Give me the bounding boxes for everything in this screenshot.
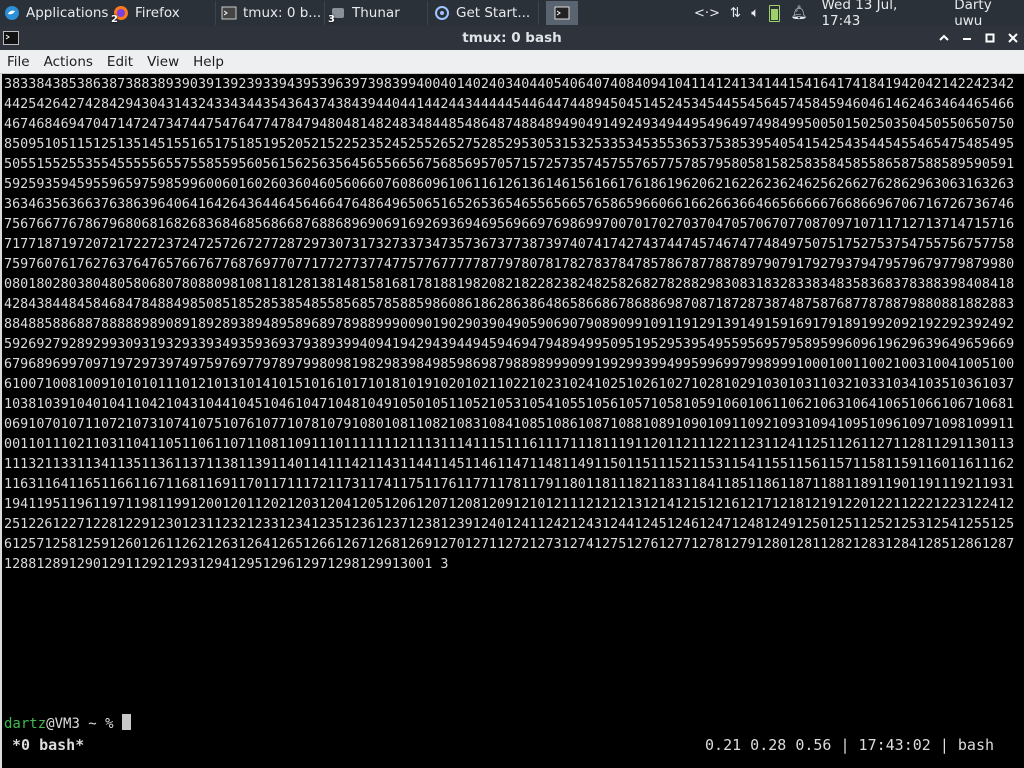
window-title: tmux: 0 bash [462,30,562,46]
taskbar-item-active-terminal[interactable] [546,1,578,25]
shell-prompt[interactable]: dartz@VM3 ~ % [4,714,132,734]
notification-bell-icon[interactable]: 🔔︎ [790,5,807,21]
volume-icon[interactable]: 🔈︎ [751,5,759,21]
tmux-status-bar: *0 bash* 0.21 0.28 0.56 | 17:43:02 | bas… [2,734,1022,758]
user-menu[interactable]: Darty uwu [954,0,1024,29]
network-arrows-icon[interactable]: <·> [694,6,720,21]
shade-button[interactable] [934,28,954,48]
terminal-icon [554,6,570,20]
taskbar-item-tmux[interactable]: tmux: 0 b... [217,1,325,25]
terminal-output: 3833843853863873883893903913923933943953… [4,77,1015,572]
menu-file[interactable]: File [0,54,37,70]
maximize-icon [985,33,995,43]
minimize-button[interactable] [957,28,977,48]
tmux-window-label[interactable]: *0 bash* [12,736,84,754]
maximize-button[interactable] [980,28,1000,48]
taskbar-item-label: Get Start... [456,5,531,21]
taskbar-item-get-started[interactable]: Get Start... [430,1,539,25]
window-titlebar[interactable]: tmux: 0 bash [0,26,1024,50]
network-transfer-icon[interactable]: ⇅ [730,5,741,21]
minimize-icon [963,38,971,40]
menu-actions[interactable]: Actions [37,54,100,70]
taskbar-item-thunar[interactable]: 3 Thunar [326,1,428,25]
prompt-user: dartz [4,716,47,732]
xfce-logo-icon [5,6,19,20]
chevron-up-icon [939,34,949,41]
close-icon [1008,33,1018,43]
battery-icon[interactable] [769,4,781,22]
system-tray: <·> ⇅ 🔈︎ 🔔︎ Wed 13 Jul, 17:43 Darty uwu [694,0,1024,29]
top-panel: Applications 2 Firefox tmux: 0 b... 3 Th… [0,0,1024,29]
thunar-icon: 3 [328,5,346,25]
tmux-status-right: 0.21 0.28 0.56 | 17:43:02 | bash [705,736,994,754]
menu-edit[interactable]: Edit [100,54,140,70]
text-cursor [122,714,132,730]
menu-bar: File Actions Edit View Help [0,50,1024,74]
close-button[interactable] [1003,28,1023,48]
applications-menu-button[interactable]: Applications [0,1,109,25]
clock[interactable]: Wed 13 Jul, 17:43 [821,0,940,29]
taskbar-item-label: tmux: 0 b... [243,5,322,21]
terminal-icon [221,5,237,21]
applications-label: Applications [26,5,109,21]
taskbar-item-label: Thunar [352,5,400,21]
window-count-badge: 3 [328,14,335,25]
prompt-host: @VM3 ~ % [46,716,123,732]
menu-help[interactable]: Help [186,54,231,70]
menu-view[interactable]: View [140,54,186,70]
window-count-badge: 2 [111,14,118,25]
firefox-icon: 2 [111,5,129,25]
taskbar-item-firefox[interactable]: 2 Firefox [109,1,216,25]
terminal-area[interactable]: 3833843853863873883893903913923933943953… [0,74,1024,768]
taskbar-item-label: Firefox [135,5,180,21]
browser-icon [434,5,450,21]
